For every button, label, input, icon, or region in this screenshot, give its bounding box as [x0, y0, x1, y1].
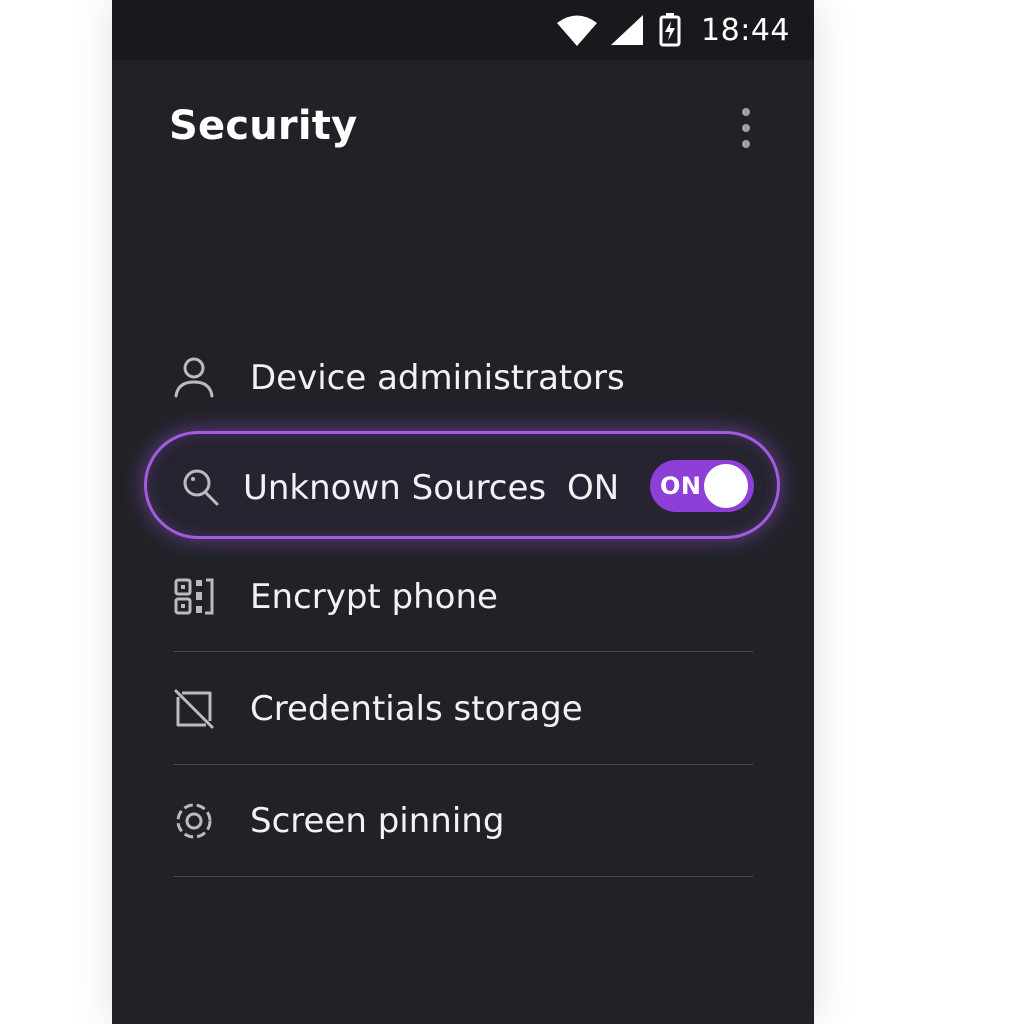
status-bar: 18:44 — [112, 0, 814, 60]
settings-item-label: Screen pinning — [250, 801, 505, 841]
divider — [173, 764, 753, 765]
toggle-label: ON — [660, 472, 702, 500]
divider — [173, 876, 753, 877]
settings-item-label: Unknown Sources — [243, 468, 547, 508]
encrypt-icon — [174, 578, 214, 615]
menu-dot — [742, 124, 750, 132]
status-text: ON — [567, 468, 620, 508]
phone-screen: 18:44 Security Device administrators Unk… — [112, 0, 814, 1024]
status-time: 18:44 — [701, 12, 790, 48]
settings-item-unknown-sources[interactable]: Unknown Sources ON ON — [144, 431, 780, 539]
settings-item-encrypt-phone[interactable]: Encrypt phone — [112, 555, 814, 635]
credentials-icon — [174, 689, 214, 729]
wifi-icon — [557, 15, 598, 46]
signal-icon — [611, 15, 644, 45]
search-icon — [183, 469, 219, 506]
status-icons: 18:44 — [557, 10, 790, 50]
unknown-sources-toggle[interactable]: ON — [650, 460, 754, 512]
divider — [173, 651, 753, 652]
overflow-menu-button[interactable] — [728, 104, 764, 152]
person-icon — [174, 357, 214, 398]
menu-dot — [742, 108, 750, 116]
page-title: Security — [169, 103, 358, 149]
menu-dot — [742, 140, 750, 148]
gear-icon — [176, 803, 212, 839]
toggle-knob — [704, 464, 748, 508]
settings-item-label: Device administrators — [250, 358, 625, 398]
settings-item-credentials-storage[interactable]: Credentials storage — [112, 667, 814, 747]
settings-item-screen-pinning[interactable]: Screen pinning — [112, 779, 814, 859]
settings-item-device-administrators[interactable]: Device administrators — [112, 336, 814, 416]
settings-item-label: Encrypt phone — [250, 577, 498, 617]
settings-item-label: Credentials storage — [250, 689, 583, 729]
battery-icon — [659, 13, 681, 47]
